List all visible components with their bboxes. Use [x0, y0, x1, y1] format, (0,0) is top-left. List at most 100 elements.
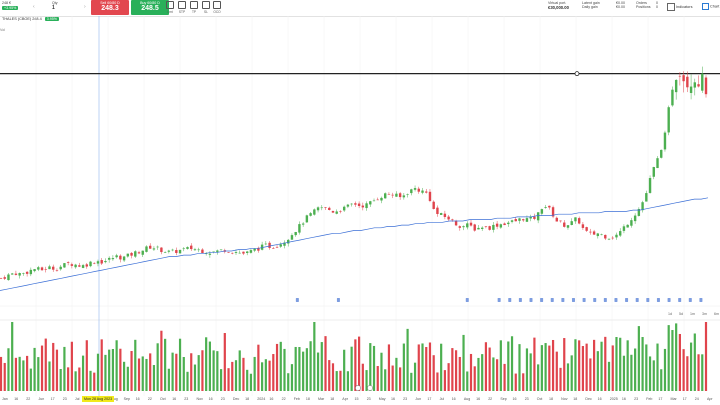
volume-bar	[63, 346, 66, 391]
timeframe-6m[interactable]: 6m	[714, 312, 719, 316]
volume-bar	[529, 353, 532, 391]
tp-icon[interactable]: TP	[189, 1, 199, 14]
candle-body	[387, 193, 391, 195]
timeframe-1m[interactable]: 1m	[690, 312, 695, 316]
sell-button[interactable]: Sell 60/80 D 248.3	[91, 0, 129, 15]
volume-bar	[219, 369, 223, 391]
oco-icon[interactable]: OCO	[212, 1, 222, 14]
candle-body	[432, 201, 435, 209]
candle-body	[193, 249, 197, 251]
volume-bar	[59, 369, 62, 391]
candle-body	[398, 193, 402, 198]
candle-body	[149, 245, 152, 249]
axis-tick: Jun	[415, 397, 422, 401]
stp-label: STP	[178, 10, 186, 14]
indicators-button[interactable]: Indicators	[667, 3, 692, 11]
event-marker	[540, 298, 544, 302]
buy-button[interactable]: Buy 60/80 D 248.5	[131, 0, 169, 15]
chart-label: Chart	[710, 4, 720, 9]
forward-icon[interactable]: ›	[84, 4, 86, 10]
volume-bar	[391, 365, 394, 391]
volume-bar	[223, 333, 226, 391]
volume-bar	[578, 340, 581, 391]
candle-body	[100, 260, 103, 264]
volume-bar	[667, 325, 670, 391]
candle-body	[678, 75, 682, 77]
candle-body	[350, 203, 353, 205]
candle-body	[357, 203, 361, 206]
timeframe-1d[interactable]: 1d	[668, 312, 672, 316]
volume-bar	[343, 349, 346, 391]
candle-body	[391, 194, 394, 196]
candle-body	[44, 269, 47, 270]
back-icon[interactable]: ‹	[33, 4, 35, 10]
sell-price: 248.3	[101, 5, 119, 12]
stp-icon[interactable]: STP	[177, 1, 187, 14]
axis-tick: 23	[62, 397, 67, 401]
candle-body	[611, 237, 614, 239]
volume-bar	[331, 363, 335, 391]
candle-body	[287, 239, 290, 244]
candle-body	[272, 248, 275, 249]
volume-bar	[100, 339, 103, 391]
event-marker	[508, 298, 512, 302]
volume-bar	[451, 348, 454, 391]
candle-body	[335, 211, 338, 214]
chart-button[interactable]: Chart	[702, 3, 719, 10]
timeframe-5d[interactable]: 5d	[679, 312, 683, 316]
virtual-portfolio: Virtual port. €30,000.00	[548, 1, 569, 10]
level-line-handle	[574, 71, 580, 77]
axis-tick: 15	[354, 397, 359, 401]
candle-body	[477, 227, 480, 230]
candle-body	[275, 246, 279, 248]
quantity-stepper[interactable]: Qty 1	[52, 1, 74, 11]
candle-body	[536, 212, 540, 221]
sl-icon[interactable]: SL	[201, 1, 211, 14]
candle-body	[417, 188, 420, 192]
account-badge: 248 €	[2, 1, 11, 5]
axis-tick: 2024	[257, 397, 266, 401]
volume-bar	[570, 355, 573, 391]
candle-body	[298, 224, 301, 233]
volume-bar	[104, 354, 107, 391]
candle-body	[682, 75, 685, 82]
candle-body	[59, 266, 62, 270]
candle-body	[652, 167, 655, 177]
candle-body	[540, 209, 544, 214]
candle-body	[294, 231, 297, 236]
candle-body	[689, 86, 693, 93]
axis-tick: 18	[330, 397, 335, 401]
axis-tick: 16	[512, 397, 517, 401]
price-chart[interactable]	[0, 16, 720, 405]
axis-tick: Aug	[463, 397, 471, 401]
candle-body	[596, 233, 600, 237]
volume-bar	[7, 348, 10, 391]
candle-body	[674, 79, 678, 93]
candle-body	[111, 258, 115, 260]
candle-body	[663, 132, 667, 150]
timeframe-3m[interactable]: 3m	[702, 312, 707, 316]
volume-bar	[294, 346, 297, 391]
order-type-icon[interactable]: Lmt	[165, 1, 175, 14]
candle-body	[406, 194, 409, 195]
axis-tick: 23	[403, 397, 408, 401]
volume-bar	[149, 353, 152, 391]
axis-tick: 22	[281, 397, 286, 401]
candle-body	[499, 224, 503, 228]
volume-bar	[399, 367, 402, 391]
candle-body	[152, 248, 156, 250]
candle-body	[704, 77, 708, 95]
candle-body	[369, 201, 372, 205]
volume-bar	[510, 336, 514, 391]
volume-bar	[175, 353, 178, 391]
orders-block[interactable]: Orders 0 Positions 0	[636, 1, 662, 9]
candle-body	[137, 252, 141, 254]
account-widget[interactable]: 248 € +3.95%	[2, 1, 28, 15]
candle-body	[566, 225, 570, 228]
volume-bar	[537, 364, 540, 391]
volume-bar	[693, 333, 696, 391]
quantity-value[interactable]: 1	[52, 5, 74, 11]
candle-body	[81, 265, 85, 268]
volume-bar	[309, 341, 312, 391]
candle-body	[328, 207, 331, 211]
